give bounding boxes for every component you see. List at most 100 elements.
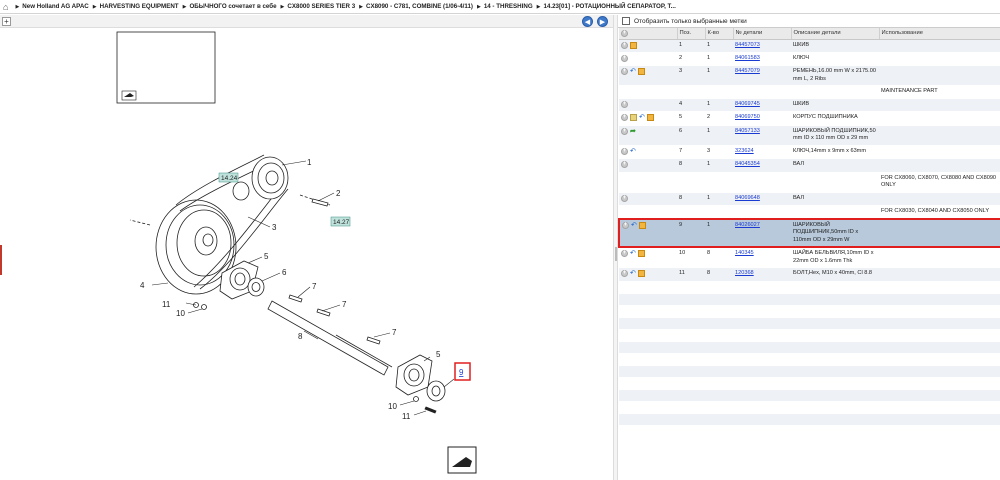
- cell-usage: [879, 52, 1000, 67]
- expand-icon[interactable]: +: [621, 114, 628, 122]
- empty-cell: [879, 401, 1000, 414]
- part-number-link[interactable]: 84061583: [735, 55, 760, 61]
- reference-icon[interactable]: ↶: [630, 68, 636, 75]
- table-row[interactable]: +8 1 84069648 ВАЛ: [619, 192, 1000, 207]
- table-row[interactable]: FOR CX8060, CX8070, CX8080 AND CX8090 ON…: [619, 172, 1000, 193]
- column-header[interactable]: +: [619, 28, 678, 40]
- cart-box-icon[interactable]: [637, 250, 645, 258]
- part-number-link[interactable]: 84045354: [735, 161, 760, 167]
- column-header[interactable]: Использование: [879, 28, 1000, 40]
- part-number-link[interactable]: 323624: [735, 148, 754, 154]
- empty-cell: [733, 401, 791, 414]
- cart-box-icon[interactable]: [638, 221, 646, 229]
- expand-icon[interactable]: +: [621, 54, 628, 62]
- part-number-link[interactable]: 84069648: [735, 195, 760, 201]
- table-row[interactable]: + ↶ 5 2 84069750 КОРПУС ПОДШИПНИКА: [619, 111, 1000, 126]
- breadcrumb-item[interactable]: 14 - THRESHING: [484, 3, 533, 10]
- cell-description: [791, 172, 879, 193]
- table-row[interactable]: + ↶ 10 8 140345 ШАЙБА БЕЛЬВИЛЯ,10mm ID x 22mm…: [619, 247, 1000, 269]
- table-row[interactable]: +1 1 84457073 ШКИВ: [619, 39, 1000, 54]
- table-row[interactable]: +4 1 84069745 ШКИВ: [619, 98, 1000, 113]
- part-number-link[interactable]: 120368: [735, 270, 754, 276]
- expand-icon[interactable]: +: [621, 68, 628, 76]
- empty-cell: [705, 413, 733, 426]
- column-header[interactable]: Описание детали: [791, 28, 880, 40]
- row-icons: + ↶: [619, 267, 677, 282]
- empty-cell: [879, 281, 1000, 294]
- filter-checkbox[interactable]: [622, 17, 630, 25]
- cell-description: ШАРИКОВЫЙ ПОДШИПНИК,50mm ID x 110mm OD x…: [791, 217, 879, 249]
- part-number-link[interactable]: 140345: [735, 250, 754, 256]
- ref-tag-label: 14.24: [221, 175, 238, 182]
- row-icons: [619, 205, 677, 220]
- column-header[interactable]: № детали: [733, 28, 792, 40]
- table-row-selected[interactable]: + ↶ 9 1 84026027 ШАРИКОВЫЙ ПОДШИПНИК,50mm ID …: [618, 217, 1000, 249]
- table-row[interactable]: MAINTENANCE PART: [619, 85, 1000, 99]
- table-row[interactable]: FOR CX8030, CX8040 AND CX8050 ONLY: [619, 205, 1000, 220]
- cell-quantity: [705, 85, 733, 99]
- splitter-grip-icon[interactable]: [615, 247, 617, 261]
- cell-description: ШАЙБА БЕЛЬВИЛЯ,10mm ID x 22mm OD x 1.6mm…: [791, 247, 879, 269]
- expand-icon[interactable]: +: [621, 194, 628, 202]
- empty-cell: [705, 293, 733, 306]
- breadcrumb-item[interactable]: ОБЫЧНОГО сочетает в себе: [189, 3, 276, 10]
- empty-cell: [733, 341, 791, 354]
- part-number-link[interactable]: 84069750: [735, 114, 760, 120]
- table-row[interactable]: + ↶ 11 8 120368 БОЛТ,Hex, M10 x 40mm, Cl 8.8: [619, 267, 1000, 282]
- empty-cell: [619, 305, 677, 318]
- cart-box-icon[interactable]: [646, 114, 654, 122]
- table-row[interactable]: +8 1 84045354 ВАЛ: [619, 158, 1000, 173]
- expand-icon[interactable]: +: [621, 250, 628, 258]
- part-number-link[interactable]: 84457079: [735, 68, 760, 74]
- breadcrumb-item[interactable]: 14.23[01] - РОТАЦИОННЫЙ СЕПАРАТОР, Т...: [544, 3, 676, 10]
- exploded-parts-diagram[interactable]: 14.24 14.27 1 2 3 4 5 6 7 7 8 7 5 10 11 …: [0, 15, 613, 480]
- expand-icon[interactable]: +: [622, 221, 629, 229]
- cart-box-icon[interactable]: [637, 270, 645, 278]
- empty-cell: [619, 365, 677, 378]
- expand-icon[interactable]: +: [621, 147, 628, 155]
- expand-icon[interactable]: +: [621, 100, 628, 108]
- cart-box-icon[interactable]: [637, 68, 645, 76]
- callout-7: 7: [392, 328, 397, 337]
- table-row[interactable]: +2 1 84061583 КЛЮЧ: [619, 52, 1000, 67]
- column-header[interactable]: Поз.: [677, 28, 706, 40]
- expand-icon[interactable]: +: [621, 161, 628, 169]
- empty-cell: [705, 365, 733, 378]
- part-number-link[interactable]: 84069745: [735, 101, 760, 107]
- cart-box-icon[interactable]: [630, 41, 637, 49]
- table-row[interactable]: + ➦ 6 1 84057133 ШАРИКОВЫЙ ПОДШИПНИК,50 mm ID…: [619, 125, 1000, 146]
- part-number-link[interactable]: 84457073: [735, 42, 760, 48]
- part-number-link[interactable]: 84057133: [735, 128, 760, 134]
- table-row[interactable]: + ↶ 7 3 323624 КЛЮЧ,14mm x 9mm x 63mm: [619, 145, 1000, 160]
- reference-icon[interactable]: ↶: [631, 222, 637, 229]
- column-header[interactable]: К-во: [705, 28, 734, 40]
- breadcrumb-separator-icon: ▶: [92, 3, 97, 10]
- part-number-link[interactable]: 84026027: [735, 222, 760, 228]
- reference-icon[interactable]: ↶: [630, 250, 636, 257]
- breadcrumb-item[interactable]: HARVESTING EQUIPMENT: [100, 3, 179, 10]
- breadcrumb-item[interactable]: CX8090 - C781, COMBINE (1/06-4/11): [366, 3, 473, 10]
- cell-description: ШКИВ: [791, 98, 879, 113]
- empty-cell: [677, 305, 705, 318]
- reference-icon[interactable]: ↶: [630, 270, 636, 277]
- cell-description: ШКИВ: [791, 39, 879, 54]
- replacement-arrow-icon[interactable]: ➦: [630, 128, 636, 135]
- ref-tag-14-27: 14.27: [330, 216, 351, 227]
- expand-icon[interactable]: +: [621, 127, 628, 135]
- note-icon[interactable]: [630, 114, 637, 122]
- table-row[interactable]: + ↶ 3 1 84457079 РЕМЕНЬ,16.00 mm W x 2175.00 …: [619, 65, 1000, 87]
- reference-icon[interactable]: ↶: [639, 114, 645, 121]
- cell-position: 10: [677, 247, 705, 269]
- home-icon[interactable]: ⌂: [3, 2, 8, 12]
- empty-cell: [791, 365, 879, 378]
- cell-part-number: 84069750: [733, 111, 791, 126]
- breadcrumb-item[interactable]: New Holland AG APAC: [22, 3, 88, 10]
- expand-icon[interactable]: +: [621, 41, 628, 49]
- empty-cell: [705, 377, 733, 390]
- expand-all-icon[interactable]: +: [621, 29, 628, 37]
- expand-icon[interactable]: +: [621, 270, 628, 278]
- breadcrumb-item[interactable]: CX8000 SERIES TIER 3: [287, 3, 355, 10]
- reference-icon[interactable]: ↶: [630, 148, 636, 155]
- cell-usage: [879, 247, 1000, 269]
- cell-description: ВАЛ: [791, 158, 879, 173]
